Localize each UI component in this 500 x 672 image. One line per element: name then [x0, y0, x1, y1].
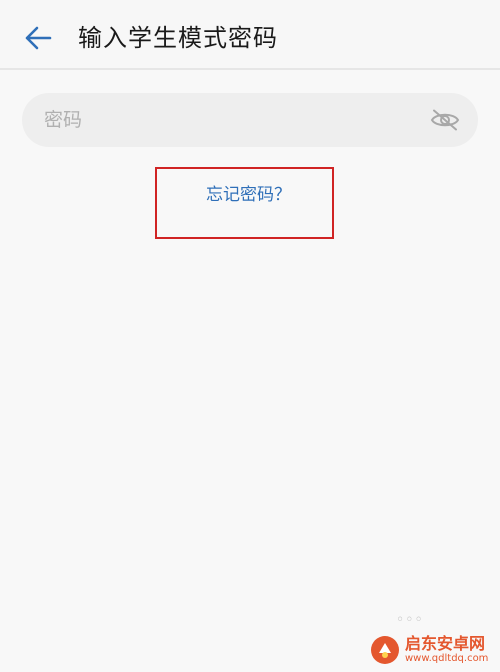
forgot-password-link[interactable]: 忘记密码？ [206, 183, 291, 207]
arrow-left-icon [25, 26, 52, 50]
watermark-url: www.qdltdq.com [405, 653, 489, 664]
page-title: 输入学生模式密码 [78, 24, 278, 52]
watermark-name: 启东安卓网 [405, 634, 486, 653]
eye-off-icon [430, 109, 460, 131]
watermark: 启东安卓网 www.qdltdq.com [370, 632, 488, 668]
decorative-dots: ◦◦◦ [396, 612, 424, 628]
back-button[interactable] [20, 20, 56, 56]
password-field[interactable] [22, 93, 478, 147]
password-input[interactable] [44, 93, 424, 147]
visibility-toggle[interactable] [430, 106, 460, 134]
watermark-logo-icon [370, 635, 400, 665]
app-bar: 输入学生模式密码 [0, 0, 500, 70]
